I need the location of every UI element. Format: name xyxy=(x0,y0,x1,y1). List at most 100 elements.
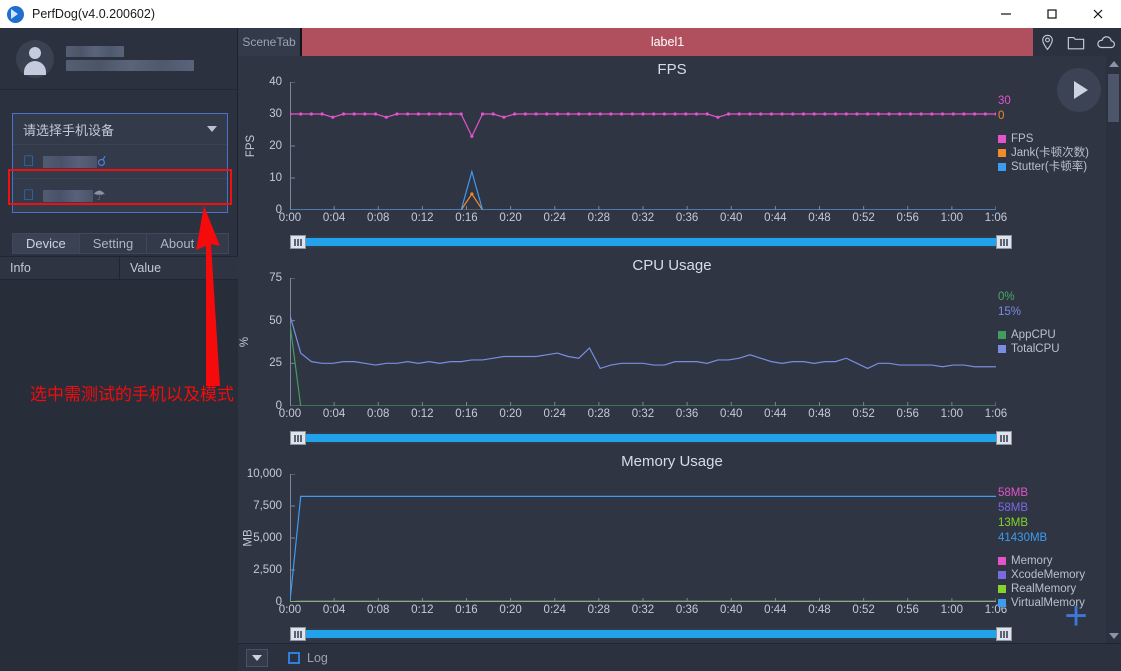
add-chart-button[interactable]: + xyxy=(1059,596,1093,636)
cloud-icon[interactable] xyxy=(1096,34,1116,51)
legend-item[interactable]: Memory xyxy=(998,554,1102,568)
plot-area xyxy=(290,474,996,602)
tab-device[interactable]: Device xyxy=(12,233,80,254)
device-option-1[interactable]:  ☌ xyxy=(13,144,227,178)
series-point xyxy=(523,112,527,116)
x-tick-label: 0:20 xyxy=(499,604,522,616)
series-point xyxy=(780,112,784,116)
series-point xyxy=(908,112,913,116)
timeline-slider[interactable] xyxy=(290,431,1012,445)
scroll-up-icon[interactable] xyxy=(1106,56,1121,71)
x-tick-label: 0:24 xyxy=(543,408,566,420)
x-tick-label: 0:32 xyxy=(631,408,655,420)
legend-current-value: 0% xyxy=(998,291,1015,303)
legend-swatch-icon xyxy=(998,135,1006,143)
x-tick-label: 0:08 xyxy=(367,212,390,224)
legend-item[interactable]: Jank(卡顿次数) xyxy=(998,146,1102,160)
slider-track[interactable] xyxy=(306,434,996,442)
chart-legend: 0% 15% AppCPU TotalCPU xyxy=(998,290,1102,356)
legend-item[interactable]: FPS xyxy=(998,132,1102,146)
series-point xyxy=(737,112,741,116)
folder-icon[interactable] xyxy=(1067,34,1085,51)
close-button[interactable] xyxy=(1075,0,1121,28)
maximize-button[interactable] xyxy=(1029,0,1075,28)
chevron-down-icon xyxy=(252,654,262,661)
x-tick-label: 0:16 xyxy=(455,408,478,420)
minimize-button[interactable] xyxy=(983,0,1029,28)
tab-about[interactable]: About xyxy=(146,233,209,254)
slider-handle-left[interactable] xyxy=(290,431,306,445)
slider-track[interactable] xyxy=(306,238,996,246)
device-select-input[interactable]: 请选择手机设备 xyxy=(13,114,227,144)
y-tick-label: 2,500 xyxy=(253,564,282,576)
legend-item[interactable]: Stutter(卡顿率) xyxy=(998,160,1102,174)
y-tick-label: 10 xyxy=(269,172,282,184)
series-point xyxy=(876,112,880,116)
charts-scrollbar[interactable] xyxy=(1106,56,1121,643)
series-point xyxy=(502,115,506,119)
legend-item[interactable]: AppCPU xyxy=(998,328,1102,342)
x-axis: 0:00 0:04 0:08 0:12 0:16 0:20 0:24 0:28 0:32 0:36… xyxy=(279,604,1007,622)
legend-items: AppCPU TotalCPU xyxy=(998,328,1102,356)
series-point xyxy=(288,112,292,116)
legend-current-value: 58MB xyxy=(998,502,1029,514)
legend-current-value: 41430MB xyxy=(998,532,1048,544)
slider-handle-right[interactable] xyxy=(996,431,1012,445)
device-option-2[interactable]:  ☂ xyxy=(13,178,227,212)
series-line xyxy=(290,114,996,136)
chart-title: Memory Usage xyxy=(621,453,723,470)
slider-handle-left[interactable] xyxy=(290,235,306,249)
x-tick-label: 0:32 xyxy=(631,212,655,224)
series-point xyxy=(898,112,902,116)
series-point xyxy=(823,112,827,116)
tab-setting[interactable]: Setting xyxy=(78,233,148,254)
scene-label-bar[interactable]: label1 xyxy=(302,28,1033,56)
series-point xyxy=(341,112,346,116)
chart-legend: 58MB 58MB 13MB 41430MB Memory XcodeMemory Real… xyxy=(998,486,1102,610)
series-point xyxy=(406,112,410,116)
series-point xyxy=(662,112,666,116)
chart-title: FPS xyxy=(657,61,687,78)
slider-track[interactable] xyxy=(306,630,996,638)
log-checkbox[interactable] xyxy=(288,651,300,664)
series-point xyxy=(801,112,806,116)
series-point xyxy=(630,112,634,116)
log-label: Log xyxy=(307,650,328,665)
series-point xyxy=(438,112,442,116)
x-tick-label: 0:56 xyxy=(896,604,919,616)
chart-memory-usage: Memory Usage 0 2,500 5,000 7,500 10,000 MB 0:00… xyxy=(238,448,1106,644)
x-tick-label: 0:44 xyxy=(764,408,787,420)
scroll-down-icon[interactable] xyxy=(1106,628,1121,643)
start-button[interactable] xyxy=(1057,68,1101,112)
x-tick-label: 1:06 xyxy=(984,212,1008,224)
device-select-panel[interactable]: 请选择手机设备  ☌  ☂ xyxy=(12,113,228,213)
timeline-slider[interactable] xyxy=(290,627,1012,641)
x-tick-label: 0:08 xyxy=(367,408,390,420)
chevron-down-icon xyxy=(207,126,217,132)
sidebar-tabs: Device Setting About xyxy=(12,233,230,254)
scene-tab[interactable]: SceneTab xyxy=(238,28,302,56)
location-pin-icon[interactable] xyxy=(1039,34,1056,51)
tab-about-label: About xyxy=(160,236,195,251)
series-point xyxy=(299,112,303,116)
slider-handle-right[interactable] xyxy=(996,627,1012,641)
info-table-body xyxy=(0,280,238,671)
log-dropdown-button[interactable] xyxy=(246,648,268,667)
x-tick-label: 0:04 xyxy=(322,408,346,420)
legend-items: FPS Jank(卡顿次数) Stutter(卡顿率) xyxy=(998,132,1102,174)
timeline-slider[interactable] xyxy=(290,235,1012,249)
main-panel: SceneTab label1 FPS 0 10 20 30 40 FPS 0:00 0:04 0… xyxy=(238,28,1121,671)
x-tick-label: 0:04 xyxy=(322,212,346,224)
user-name-masked xyxy=(66,46,124,57)
series-line xyxy=(290,172,996,210)
legend-item[interactable]: TotalCPU xyxy=(998,342,1102,356)
plot-svg xyxy=(290,278,996,406)
x-tick-label: 1:06 xyxy=(984,408,1008,420)
slider-handle-left[interactable] xyxy=(290,627,306,641)
x-tick-label: 0:40 xyxy=(720,604,743,616)
slider-handle-right[interactable] xyxy=(996,235,1012,249)
title-bar: PerfDog(v4.0.200602) xyxy=(0,0,1121,28)
chart-title: CPU Usage xyxy=(632,257,712,274)
scrollbar-thumb[interactable] xyxy=(1108,74,1119,122)
legend-item[interactable]: XcodeMemory xyxy=(998,568,1102,582)
